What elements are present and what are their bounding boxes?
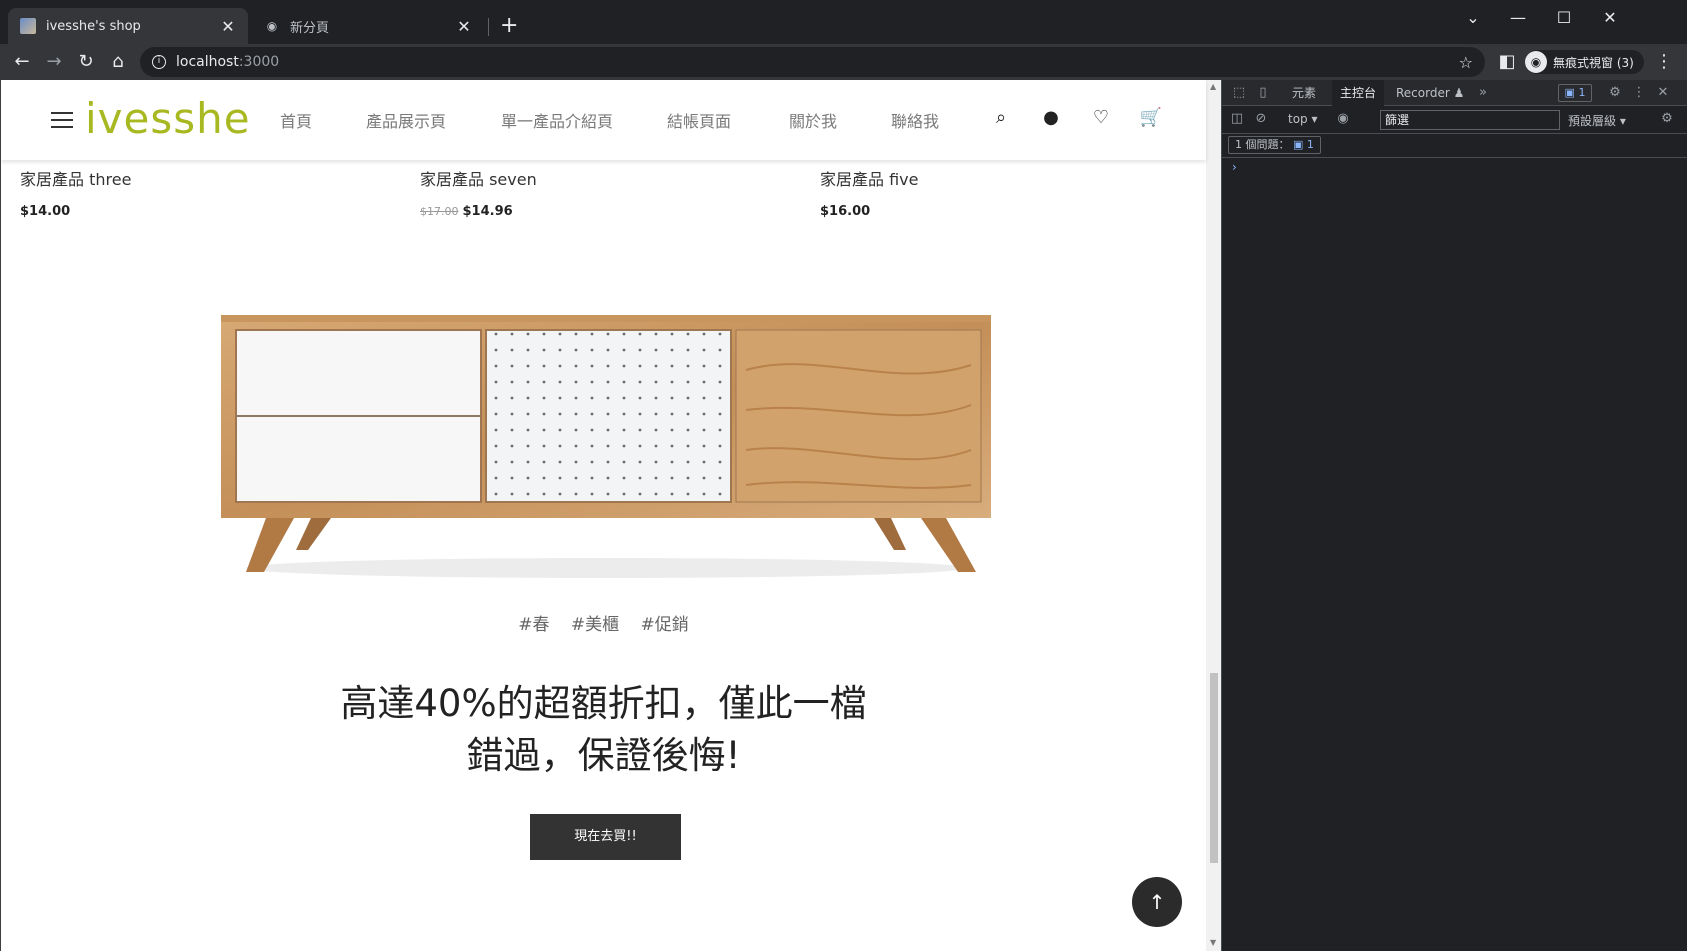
close-window-icon[interactable]: ✕ bbox=[1587, 4, 1633, 32]
product-price-row: $14.00 bbox=[20, 204, 131, 219]
address-bar[interactable]: i localhost:3000 ☆ bbox=[140, 47, 1485, 77]
promo-headline-line2: 錯過，保證後悔! bbox=[466, 734, 741, 777]
back-arrow-icon[interactable]: ← bbox=[10, 50, 34, 74]
address-port: :3000 bbox=[238, 54, 280, 70]
promo-headline: 高達40%的超額折扣，僅此一檔 錯過，保證後悔! bbox=[1, 678, 1206, 782]
incognito-icon: ◉ bbox=[1525, 51, 1547, 73]
tab-ivesshe-shop[interactable]: ivesshe's shop ✕ bbox=[8, 8, 248, 44]
buy-now-button[interactable]: 現在去買!! bbox=[530, 814, 681, 860]
devtools-tab-recorder[interactable]: Recorder ♟ bbox=[1388, 80, 1472, 106]
side-panel-icon[interactable]: ◧ bbox=[1495, 50, 1519, 74]
product-price: $14.00 bbox=[20, 204, 71, 219]
log-levels-select[interactable]: 預設層級 ▾ bbox=[1568, 112, 1626, 129]
browser-menu-icon[interactable]: ⋮ bbox=[1652, 50, 1676, 74]
hashtag-list: #春 #美櫃 #促銷 bbox=[1, 610, 1206, 635]
scroll-down-arrow-icon[interactable]: ▼ bbox=[1210, 938, 1216, 947]
issues-counter[interactable]: 1 個問題： ▣ 1 bbox=[1228, 136, 1321, 154]
hashtag[interactable]: #美櫃 bbox=[571, 615, 619, 635]
user-icon[interactable]: ● bbox=[1039, 106, 1063, 130]
reload-icon[interactable]: ↻ bbox=[74, 50, 98, 74]
tab-search-chevron-icon[interactable]: ⌄ bbox=[1450, 4, 1496, 32]
devtools-menu-icon[interactable]: ⋮ bbox=[1630, 84, 1648, 102]
tab-separator bbox=[488, 18, 489, 36]
devtools-tab-console[interactable]: 主控台 bbox=[1332, 80, 1385, 106]
close-devtools-icon[interactable]: ✕ bbox=[1654, 84, 1672, 102]
site-header: ivesshe 首頁 產品展示頁 單一產品介紹頁 結帳頁面 關於我 聯絡我 ⌕ … bbox=[1, 80, 1206, 160]
site-info-icon[interactable]: i bbox=[152, 55, 166, 69]
issues-badge-count: 1 bbox=[1578, 86, 1586, 99]
nav-checkout[interactable]: 結帳頁面 bbox=[667, 108, 731, 132]
tab-title: 新分頁 bbox=[290, 20, 330, 36]
issues-bar: 1 個問題： ▣ 1 bbox=[1222, 134, 1687, 158]
forward-arrow-icon[interactable]: → bbox=[42, 50, 66, 74]
devtools-settings-gear-icon[interactable]: ⚙ bbox=[1606, 84, 1624, 102]
console-prompt-icon[interactable]: › bbox=[1232, 160, 1237, 174]
product-old-price: $17.00 bbox=[420, 205, 459, 218]
incognito-indicator[interactable]: ◉ 無痕式視窗 (3) bbox=[1525, 50, 1644, 74]
console-sidebar-icon[interactable]: ◫ bbox=[1228, 110, 1246, 128]
nav-single-product[interactable]: 單一產品介紹頁 bbox=[501, 108, 613, 132]
product-card[interactable]: 家居產品 five $16.00 bbox=[820, 166, 918, 219]
hamburger-menu-icon[interactable] bbox=[51, 112, 73, 128]
close-tab-icon[interactable]: ✕ bbox=[220, 17, 236, 36]
scrollbar-thumb[interactable] bbox=[1210, 673, 1218, 863]
devtools-panel: ⬚ ▯ 元素 主控台 Recorder ♟ » ▣ 1 ⚙ ⋮ ✕ ◫ ⊘ to… bbox=[1221, 80, 1687, 951]
tab-title: ivesshe's shop bbox=[46, 18, 141, 34]
heart-icon[interactable]: ♡ bbox=[1089, 106, 1113, 130]
new-tab-plus-icon[interactable]: + bbox=[500, 12, 518, 40]
product-name[interactable]: 家居產品 five bbox=[820, 166, 918, 190]
home-icon[interactable]: ⌂ bbox=[106, 50, 130, 74]
issue-flag-icon: ▣ bbox=[1293, 138, 1304, 151]
more-tabs-chevron-icon[interactable]: » bbox=[1474, 84, 1492, 102]
address-host: localhost bbox=[176, 54, 239, 70]
close-tab-icon[interactable]: ✕ bbox=[456, 17, 472, 36]
page-scrollbar[interactable]: ▲ ▼ bbox=[1206, 80, 1221, 951]
nav-contact[interactable]: 聯絡我 bbox=[891, 108, 939, 132]
browser-toolbar: ← → ↻ ⌂ i localhost:3000 ☆ ◧ ◉ 無痕式視窗 (3)… bbox=[0, 44, 1687, 80]
tab-new-tab[interactable]: ◉ 新分頁 ✕ bbox=[252, 8, 484, 44]
issues-label: 1 個問題： bbox=[1235, 138, 1290, 151]
bookmark-star-icon[interactable]: ☆ bbox=[1459, 53, 1473, 72]
hashtag[interactable]: #促銷 bbox=[641, 615, 689, 635]
live-expression-eye-icon[interactable]: ◉ bbox=[1334, 110, 1352, 128]
sideboard-banner-image bbox=[221, 315, 991, 578]
site-favicon-icon bbox=[20, 18, 36, 34]
product-price-row: $16.00 bbox=[820, 204, 918, 219]
console-settings-gear-icon[interactable]: ⚙ bbox=[1658, 110, 1676, 128]
web-page-viewport: ivesshe 首頁 產品展示頁 單一產品介紹頁 結帳頁面 關於我 聯絡我 ⌕ … bbox=[0, 80, 1221, 951]
product-price: $16.00 bbox=[820, 204, 871, 219]
promo-headline-line1: 高達40%的超額折扣，僅此一檔 bbox=[340, 682, 867, 725]
nav-about[interactable]: 關於我 bbox=[789, 108, 837, 132]
product-name[interactable]: 家居產品 seven bbox=[420, 166, 537, 190]
console-filter-input[interactable]: 篩選 bbox=[1380, 110, 1560, 130]
device-toolbar-icon[interactable]: ▯ bbox=[1254, 84, 1272, 102]
back-to-top-arrow-icon[interactable]: ↑ bbox=[1132, 877, 1182, 927]
search-icon[interactable]: ⌕ bbox=[989, 106, 1013, 130]
cart-icon[interactable]: 🛒 bbox=[1139, 106, 1163, 130]
site-logo[interactable]: ivesshe bbox=[85, 94, 251, 143]
devtools-tab-elements[interactable]: 元素 bbox=[1284, 80, 1324, 106]
product-price: $14.96 bbox=[462, 204, 513, 219]
incognito-favicon-icon: ◉ bbox=[266, 19, 278, 33]
product-card[interactable]: 家居產品 seven $17.00 $14.96 bbox=[420, 166, 537, 219]
minimize-window-icon[interactable]: — bbox=[1495, 4, 1541, 32]
browser-tab-strip: ivesshe's shop ✕ ◉ 新分頁 ✕ + ⌄ — ☐ ✕ bbox=[0, 0, 1687, 44]
issues-count: 1 bbox=[1306, 138, 1314, 151]
devtools-tab-bar: ⬚ ▯ 元素 主控台 Recorder ♟ » ▣ 1 ⚙ ⋮ ✕ bbox=[1222, 80, 1687, 106]
clear-console-icon[interactable]: ⊘ bbox=[1252, 110, 1270, 128]
product-price-row: $17.00 $14.96 bbox=[420, 204, 537, 219]
scroll-up-arrow-icon[interactable]: ▲ bbox=[1210, 82, 1216, 91]
incognito-label: 無痕式視窗 (3) bbox=[1553, 55, 1634, 70]
product-card[interactable]: 家居產品 three $14.00 bbox=[20, 166, 131, 219]
nav-home[interactable]: 首頁 bbox=[280, 108, 312, 132]
inspect-element-icon[interactable]: ⬚ bbox=[1230, 84, 1248, 102]
nav-products[interactable]: 產品展示頁 bbox=[366, 108, 446, 132]
maximize-window-icon[interactable]: ☐ bbox=[1541, 4, 1587, 32]
console-toolbar: ◫ ⊘ top ▾ ◉ 篩選 預設層級 ▾ ⚙ bbox=[1222, 106, 1687, 134]
issues-badge[interactable]: ▣ 1 bbox=[1558, 84, 1592, 102]
context-select[interactable]: top ▾ bbox=[1288, 112, 1318, 126]
product-name[interactable]: 家居產品 three bbox=[20, 166, 131, 190]
hashtag[interactable]: #春 bbox=[518, 615, 549, 635]
